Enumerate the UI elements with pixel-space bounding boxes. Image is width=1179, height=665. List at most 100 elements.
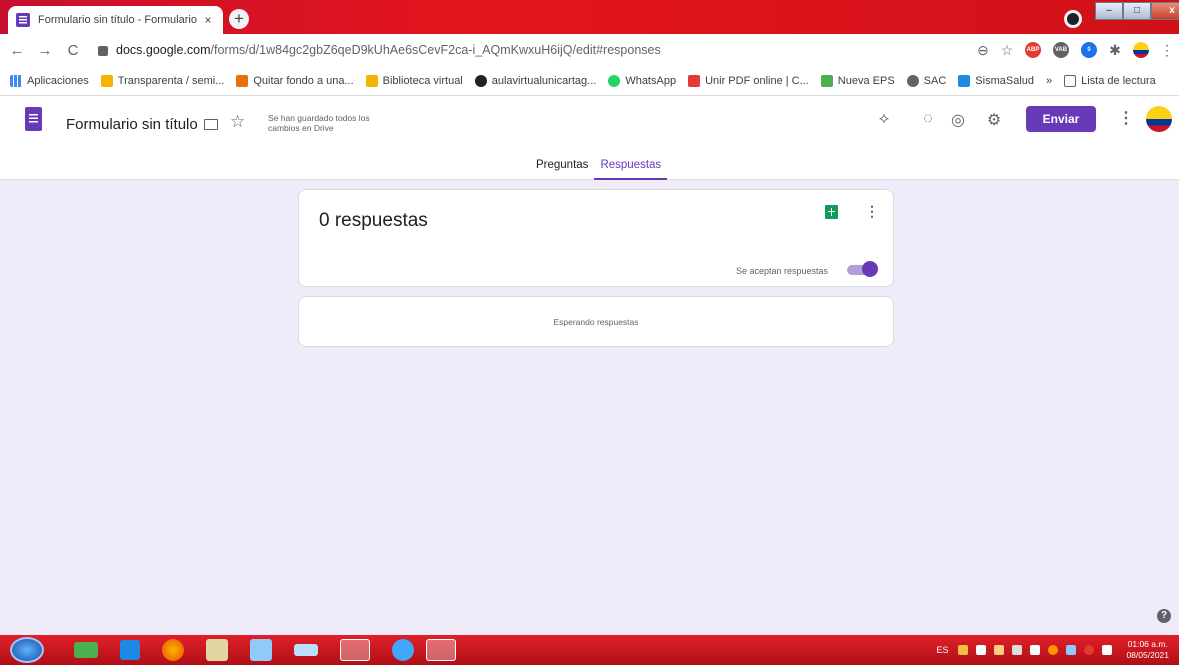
firefox-icon[interactable] (162, 639, 184, 661)
account-avatar[interactable] (1146, 106, 1172, 132)
tray-icon[interactable] (994, 645, 1005, 655)
accepting-responses-label: Se aceptan respuestas (736, 266, 829, 276)
bookmark-label: Unir PDF online | C... (705, 74, 809, 87)
tray-icon[interactable] (1066, 645, 1077, 655)
tray-icon[interactable] (958, 645, 969, 655)
forward-icon[interactable]: → (34, 42, 56, 59)
browser-tab[interactable]: Formulario sin título - Formulario × (8, 6, 223, 34)
responses-count: 0 respuestas (319, 210, 428, 231)
clock[interactable]: 01:06 a.m. 08/05/2021 (1126, 639, 1169, 661)
maximize-button[interactable]: □ (1123, 2, 1151, 20)
lock-icon[interactable] (98, 46, 108, 56)
help-icon[interactable]: ? (1157, 609, 1171, 623)
extension-badge-icon[interactable]: 0 (1081, 42, 1097, 58)
customize-theme-palette-icon[interactable]: ◌ (918, 110, 938, 128)
bookmark-item[interactable]: SismaSalud (958, 74, 1034, 87)
bookmark-item[interactable]: Unir PDF online | C... (688, 74, 809, 87)
bookmark-label: WhatsApp (625, 74, 677, 87)
url-bar[interactable]: docs.google.com/forms/d/1w84gc2gbZ6qeD9k… (116, 43, 971, 57)
taskbar-app-icon[interactable] (74, 642, 98, 658)
send-button[interactable]: Enviar (1026, 106, 1096, 132)
more-options-icon[interactable]: ⋮ (1118, 108, 1134, 128)
bookmark-favicon-icon (820, 74, 833, 87)
bookmark-item[interactable]: Transparenta / semi... (100, 74, 225, 87)
bookmark-apps[interactable]: Aplicaciones (10, 74, 89, 87)
media-player-icon[interactable] (120, 640, 140, 660)
bookmarks-overflow-button[interactable]: » (1046, 75, 1052, 87)
internet-explorer-icon[interactable] (392, 639, 414, 661)
url-host: docs.google.com (116, 43, 211, 57)
form-title[interactable]: Formulario sin título (66, 116, 198, 133)
bookmark-star-icon[interactable]: ☆ (995, 42, 1019, 59)
bookmark-favicon-icon (474, 74, 487, 87)
clock-date: 08/05/2021 (1126, 650, 1169, 660)
gmail-notifier-icon[interactable] (1084, 645, 1095, 655)
minimize-button[interactable]: – (1095, 2, 1123, 20)
save-status: Se han guardado todos los cambios en Dri… (268, 113, 370, 133)
chrome-taskbar-icon[interactable] (340, 639, 370, 661)
bookmark-item[interactable]: Quitar fondo a una... (236, 74, 354, 87)
bookmark-favicon-icon (608, 74, 621, 87)
bookmark-favicon-icon (958, 74, 971, 87)
bookmark-label: Transparenta / semi... (117, 74, 225, 87)
bookmark-label: aulavirtualunicartag... (491, 74, 597, 87)
star-form-icon[interactable]: ☆ (230, 112, 245, 132)
bookmark-label: SismaSalud (975, 74, 1034, 87)
file-explorer-icon[interactable] (206, 639, 228, 661)
adblock-extension-icon[interactable]: ABP (1025, 42, 1041, 58)
reading-list-label: Lista de lectura (1081, 74, 1156, 87)
sheets-icon[interactable] (825, 205, 838, 219)
move-to-folder-icon[interactable] (204, 119, 218, 130)
tray-icon[interactable] (976, 645, 987, 655)
bookmark-item[interactable]: aulavirtualunicartag... (474, 74, 597, 87)
vab-extension-icon[interactable]: VAB (1053, 42, 1069, 58)
accepting-responses-toggle[interactable] (847, 261, 878, 277)
browser-menu-icon[interactable]: ⋮ (1155, 42, 1179, 59)
pen-tool-icon[interactable] (294, 644, 318, 656)
bookmark-item[interactable]: SAC (906, 74, 946, 87)
word-taskbar-icon[interactable] (426, 639, 456, 661)
waiting-card: Esperando respuestas (298, 296, 894, 347)
settings-gear-icon[interactable]: ⚙ (984, 110, 1004, 130)
system-tray: ES 01:06 a.m. 08/05/2021 (936, 635, 1169, 665)
bookmark-item[interactable]: Biblioteca virtual (365, 74, 463, 87)
close-window-button[interactable]: x (1151, 2, 1179, 20)
bookmark-favicon-icon (365, 74, 378, 87)
bookmark-favicon-icon (236, 74, 249, 87)
language-indicator[interactable]: ES (936, 645, 948, 655)
window-controls: – □ x (1095, 2, 1179, 20)
bookmark-label: Biblioteca virtual (382, 74, 463, 87)
preview-eye-icon[interactable]: ◎ (948, 110, 968, 130)
back-icon[interactable]: ← (6, 42, 28, 59)
windows-taskbar: ES 01:06 a.m. 08/05/2021 (0, 635, 1179, 665)
bookmark-item[interactable]: Nueva EPS (820, 74, 895, 87)
reading-list-button[interactable]: Lista de lectura (1064, 74, 1156, 87)
profile-avatar-icon[interactable] (1133, 42, 1149, 58)
reload-icon[interactable]: C (62, 42, 84, 59)
form-tabs: Preguntas Respuestas (530, 157, 668, 180)
addons-puzzle-icon[interactable]: ⟡ (874, 110, 894, 128)
tray-icon[interactable] (1012, 645, 1023, 655)
tab-questions[interactable]: Preguntas (530, 157, 594, 180)
action-center-flag-icon[interactable] (1102, 645, 1113, 655)
extensions-puzzle-icon[interactable]: ✱ (1103, 42, 1127, 59)
zoom-icon[interactable]: ⊖ (971, 42, 995, 59)
tab-close-icon[interactable]: × (201, 13, 215, 27)
responses-more-icon[interactable]: ⋮ (865, 203, 879, 220)
forms-favicon-icon (16, 13, 30, 27)
new-tab-button[interactable]: + (229, 9, 249, 29)
start-button-icon[interactable] (10, 637, 44, 663)
network-signal-icon[interactable] (1030, 645, 1041, 655)
browser-tab-strip: Formulario sin título - Formulario × + –… (0, 0, 1179, 34)
bookmark-favicon-icon (906, 74, 919, 87)
browser-profile-icon[interactable] (1064, 10, 1082, 28)
reading-list-icon (1064, 74, 1077, 87)
bookmark-item[interactable]: WhatsApp (608, 74, 677, 87)
tray-icon[interactable] (1048, 645, 1059, 655)
bookmark-favicon-icon (688, 74, 701, 87)
tab-responses[interactable]: Respuestas (594, 157, 668, 180)
toggle-knob (862, 261, 878, 277)
google-forms-logo-icon[interactable] (25, 107, 42, 131)
waiting-message: Esperando respuestas (553, 317, 639, 327)
users-app-icon[interactable] (250, 639, 272, 661)
